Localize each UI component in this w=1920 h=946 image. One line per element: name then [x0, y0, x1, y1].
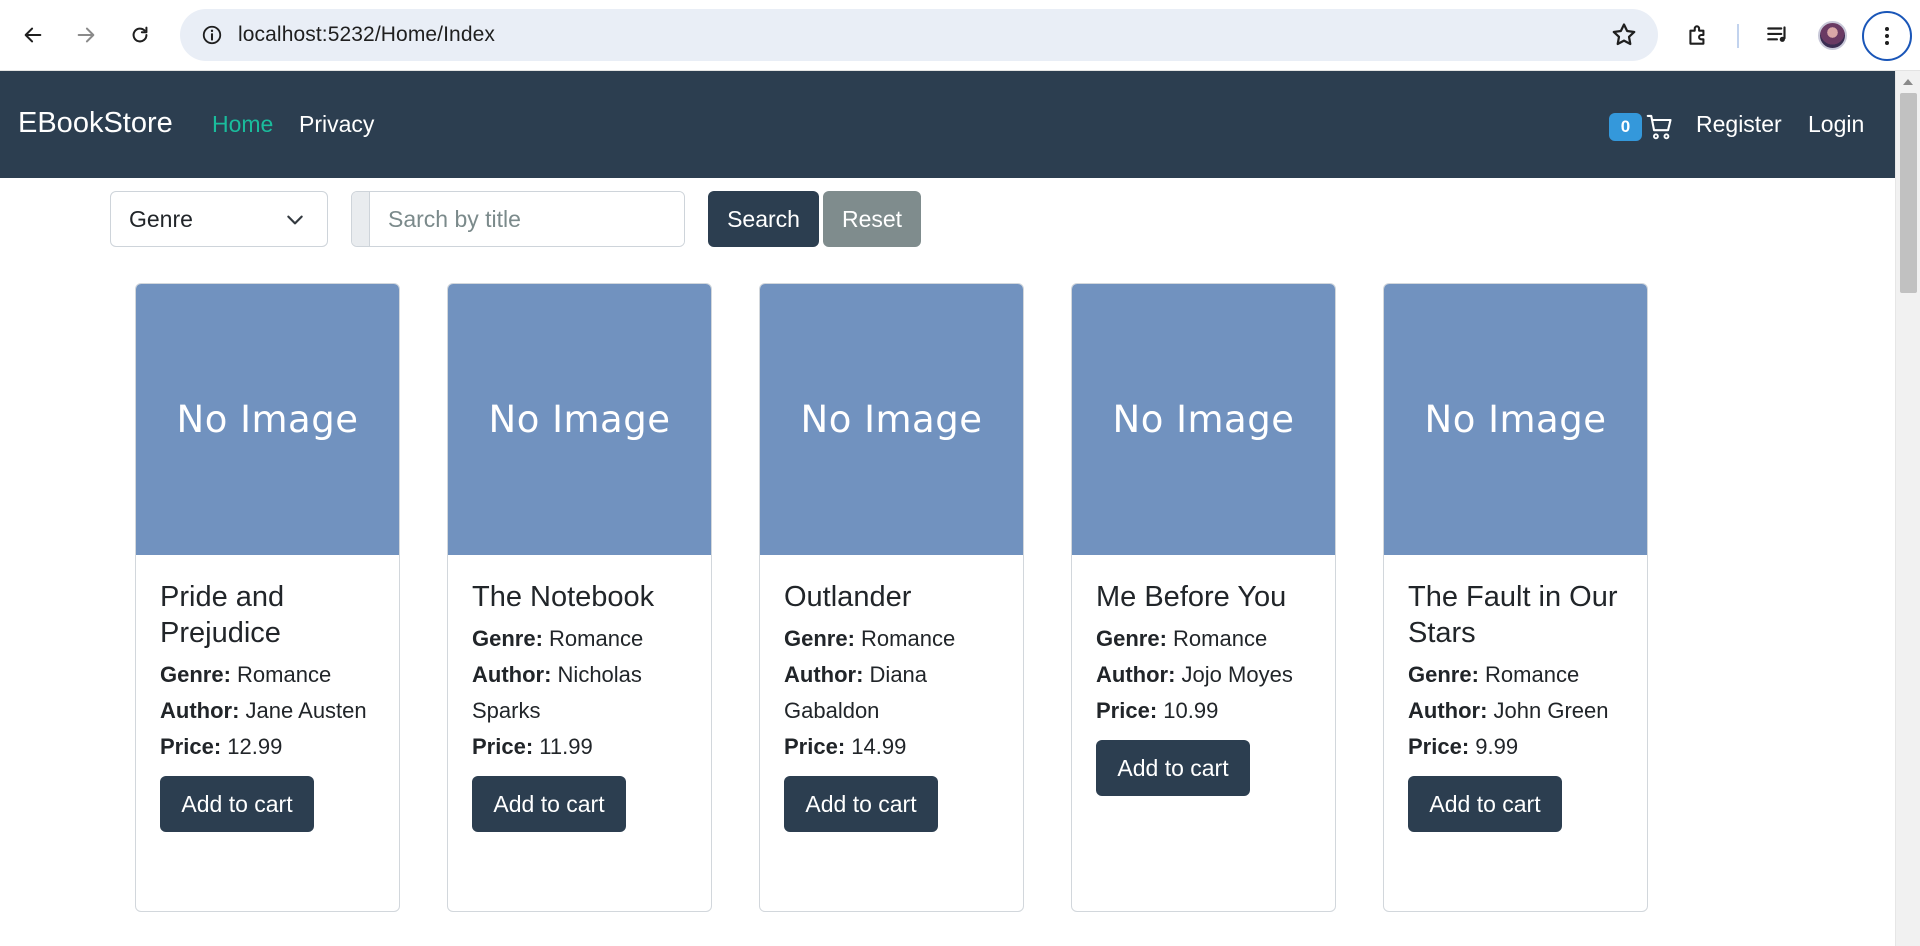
- more-menu-button[interactable]: [1862, 11, 1912, 61]
- address-bar[interactable]: localhost:5232/Home/Index: [180, 9, 1658, 61]
- site-info-icon[interactable]: [198, 21, 226, 49]
- scrollbar-thumb[interactable]: [1900, 93, 1917, 293]
- genre-select[interactable]: Genre: [110, 191, 328, 247]
- book-genre: Genre: Romance: [784, 626, 956, 651]
- media-controls-icon[interactable]: [1760, 17, 1796, 53]
- genre-select-value: Genre: [129, 205, 193, 232]
- nav-link-login[interactable]: Login: [1808, 111, 1864, 138]
- page-scrollbar[interactable]: [1895, 71, 1920, 946]
- book-genre: Genre: Romance: [472, 626, 644, 651]
- book-author: Author: Jane Austen: [160, 698, 367, 723]
- add-to-cart-button[interactable]: Add to cart: [160, 776, 314, 832]
- more-menu-icon: [1885, 27, 1889, 45]
- book-card: No Image The Notebook Genre: Romance Aut…: [447, 283, 712, 912]
- book-card: No Image Me Before You Genre: Romance Au…: [1071, 283, 1336, 912]
- book-genre: Genre: Romance: [160, 662, 332, 687]
- page-viewport: EBookStore Home Privacy 0 Register Login…: [0, 71, 1895, 946]
- search-button[interactable]: Search: [708, 191, 819, 247]
- forward-button[interactable]: [66, 15, 106, 55]
- title-search-input[interactable]: [370, 192, 684, 246]
- profile-avatar[interactable]: [1818, 21, 1847, 50]
- book-price: Price: 9.99: [1408, 734, 1519, 759]
- reload-button[interactable]: [120, 15, 160, 55]
- no-image-label: No Image: [1112, 398, 1295, 441]
- book-price: Price: 14.99: [784, 734, 907, 759]
- add-to-cart-button[interactable]: Add to cart: [784, 776, 938, 832]
- scroll-up-arrow-icon[interactable]: [1903, 79, 1913, 85]
- book-cover-placeholder: No Image: [1072, 284, 1335, 555]
- nav-link-privacy[interactable]: Privacy: [299, 111, 374, 138]
- book-title: Outlander: [784, 581, 912, 613]
- back-button[interactable]: [13, 15, 53, 55]
- add-to-cart-button[interactable]: Add to cart: [1096, 740, 1250, 796]
- back-icon: [24, 27, 42, 43]
- bookmark-star-icon[interactable]: [1610, 21, 1638, 49]
- nav-link-home[interactable]: Home: [212, 111, 273, 138]
- chevron-down-icon: [287, 215, 303, 225]
- book-price: Price: 12.99: [160, 734, 283, 759]
- toolbar-divider: [1737, 24, 1739, 48]
- add-to-cart-button[interactable]: Add to cart: [1408, 776, 1562, 832]
- cart-count-badge[interactable]: 0: [1609, 113, 1642, 141]
- book-price: Price: 11.99: [472, 734, 593, 759]
- no-image-label: No Image: [176, 398, 359, 441]
- book-title: The Notebook: [472, 581, 655, 613]
- reload-icon: [132, 26, 148, 43]
- book-author: Author: John Green: [1408, 698, 1609, 723]
- title-search-group: [351, 191, 685, 247]
- forward-icon: [77, 27, 95, 43]
- book-cover-placeholder: No Image: [1384, 284, 1647, 555]
- brand-logo[interactable]: EBookStore: [18, 107, 173, 140]
- extensions-icon[interactable]: [1680, 17, 1716, 53]
- book-author: Author: Jojo Moyes: [1096, 662, 1293, 687]
- url-text[interactable]: localhost:5232/Home/Index: [238, 23, 495, 47]
- browser-toolbar: localhost:5232/Home/Index: [0, 0, 1920, 71]
- book-genre: Genre: Romance: [1096, 626, 1268, 651]
- cart-icon[interactable]: [1646, 113, 1674, 141]
- no-image-label: No Image: [1424, 398, 1607, 441]
- reset-button[interactable]: Reset: [823, 191, 921, 247]
- book-card: No Image The Fault in Our Stars Genre: R…: [1383, 283, 1648, 912]
- nav-link-register[interactable]: Register: [1696, 111, 1782, 138]
- book-cover-placeholder: No Image: [448, 284, 711, 555]
- book-card: No Image Pride and Prejudice Genre: Roma…: [135, 283, 400, 912]
- book-cover-placeholder: No Image: [136, 284, 399, 555]
- book-title: The Fault in Our Stars: [1408, 581, 1618, 649]
- book-title: Me Before You: [1096, 581, 1287, 613]
- no-image-label: No Image: [800, 398, 983, 441]
- search-input-addon: [352, 192, 370, 246]
- book-author: Author: Nicholas Sparks: [472, 662, 642, 723]
- book-price: Price: 10.99: [1096, 698, 1219, 723]
- site-navbar: EBookStore Home Privacy 0 Register Login: [0, 71, 1895, 178]
- book-genre: Genre: Romance: [1408, 662, 1580, 687]
- add-to-cart-button[interactable]: Add to cart: [472, 776, 626, 832]
- book-title: Pride and Prejudice: [160, 581, 285, 649]
- book-cover-placeholder: No Image: [760, 284, 1023, 555]
- book-author: Author: Diana Gabaldon: [784, 662, 928, 723]
- book-card: No Image Outlander Genre: Romance Author…: [759, 283, 1024, 912]
- no-image-label: No Image: [488, 398, 671, 441]
